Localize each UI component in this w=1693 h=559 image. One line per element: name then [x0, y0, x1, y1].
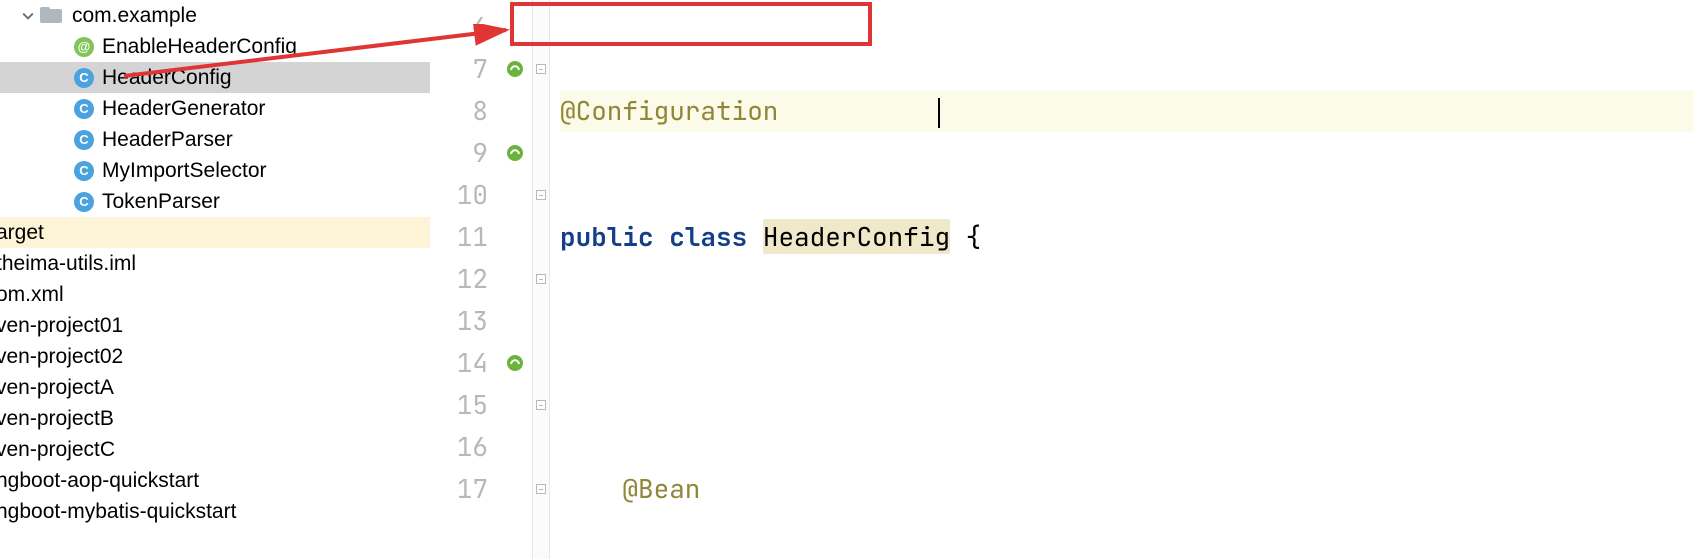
line-number: 8 — [430, 90, 488, 132]
tree-package-row[interactable]: com.example — [0, 0, 430, 31]
ide-root: com.example @ EnableHeaderConfig C Heade… — [0, 0, 1693, 559]
tree-class-row[interactable]: C TokenParser — [0, 186, 430, 217]
annotation-token: @Bean — [622, 471, 700, 506]
fold-strip[interactable] — [532, 0, 550, 559]
fold-toggle-icon[interactable] — [536, 64, 546, 74]
tree-class-row[interactable]: C MyImportSelector — [0, 155, 430, 186]
line-number: 9 — [430, 132, 488, 174]
tree-item-row[interactable]: ven-project02 — [0, 341, 430, 372]
tree-class-row[interactable]: C HeaderConfig — [0, 62, 430, 93]
line-number: 7 — [430, 48, 488, 90]
tree-item-label: ngboot-aop-quickstart — [0, 469, 199, 493]
code-line[interactable]: @Configuration — [560, 90, 1693, 132]
tree-item-row[interactable]: ngboot-aop-quickstart — [0, 465, 430, 496]
tree-item-row[interactable]: arget — [0, 217, 430, 248]
annotation-token: @Configuration — [560, 93, 778, 128]
tree-class-row[interactable]: C HeaderGenerator — [0, 93, 430, 124]
tree-item-label: ven-projectB — [0, 407, 114, 431]
class-icon: C — [74, 68, 94, 88]
annotation-icon: @ — [74, 37, 94, 57]
line-number: 13 — [430, 300, 488, 342]
line-number: 15 — [430, 384, 488, 426]
line-number: 17 — [430, 468, 488, 510]
tree-item-row[interactable]: ven-projectC — [0, 434, 430, 465]
tree-class-label: TokenParser — [102, 190, 220, 214]
code-line[interactable]: @Bean — [560, 468, 1693, 510]
chevron-down-icon[interactable] — [18, 6, 38, 26]
tree-class-row[interactable]: @ EnableHeaderConfig — [0, 31, 430, 62]
class-icon: C — [74, 130, 94, 150]
code-line[interactable] — [560, 342, 1693, 384]
tree-item-label: ven-projectA — [0, 376, 114, 400]
spring-bean-icon[interactable] — [498, 342, 532, 384]
tree-package-label: com.example — [72, 4, 197, 28]
code-editor[interactable]: 6 7 8 9 10 11 12 13 14 15 16 17 — [430, 0, 1693, 559]
project-tree[interactable]: com.example @ EnableHeaderConfig C Heade… — [0, 0, 430, 559]
tree-item-row[interactable]: ven-project01 — [0, 310, 430, 341]
class-icon: C — [74, 99, 94, 119]
tree-class-label: HeaderGenerator — [102, 97, 265, 121]
line-number: 10 — [430, 174, 488, 216]
tree-item-row[interactable]: om.xml — [0, 279, 430, 310]
tree-item-row[interactable]: ven-projectA — [0, 372, 430, 403]
tree-class-label: HeaderConfig — [102, 66, 232, 90]
class-name-token: HeaderConfig — [763, 219, 950, 254]
fold-toggle-icon[interactable] — [536, 274, 546, 284]
tree-class-row[interactable]: C HeaderParser — [0, 124, 430, 155]
fold-toggle-icon[interactable] — [536, 190, 546, 200]
tree-class-label: MyImportSelector — [102, 159, 267, 183]
gutter-icon-strip — [498, 0, 532, 559]
tree-item-label: ngboot-mybatis-quickstart — [0, 500, 236, 524]
spring-bean-icon[interactable] — [498, 132, 532, 174]
tree-item-label: ven-project02 — [0, 345, 123, 369]
tree-item-row[interactable]: theima-utils.iml — [0, 248, 430, 279]
package-icon — [40, 7, 64, 25]
tree-item-row[interactable]: ngboot-mybatis-quickstart — [0, 496, 430, 527]
class-icon: C — [74, 192, 94, 212]
line-number: 14 — [430, 342, 488, 384]
tree-item-label: ven-projectC — [0, 438, 115, 462]
tree-class-label: HeaderParser — [102, 128, 233, 152]
text-caret — [938, 98, 940, 128]
line-number: 6 — [430, 6, 488, 48]
tree-item-label: theima-utils.iml — [0, 252, 136, 276]
line-number: 11 — [430, 216, 488, 258]
tree-class-label: EnableHeaderConfig — [102, 35, 297, 59]
fold-toggle-icon[interactable] — [536, 400, 546, 410]
class-icon: C — [74, 161, 94, 181]
line-number: 16 — [430, 426, 488, 468]
spring-bean-icon[interactable] — [498, 48, 532, 90]
tree-item-label: ven-project01 — [0, 314, 123, 338]
code-line[interactable]: public class HeaderConfig { — [560, 216, 1693, 258]
tree-item-label: arget — [0, 221, 44, 245]
fold-toggle-icon[interactable] — [536, 484, 546, 494]
tree-item-label: om.xml — [0, 283, 64, 307]
line-number: 12 — [430, 258, 488, 300]
tree-item-row[interactable]: ven-projectB — [0, 403, 430, 434]
line-number-gutter: 6 7 8 9 10 11 12 13 14 15 16 17 — [430, 0, 498, 559]
code-area[interactable]: @Configuration public class HeaderConfig… — [550, 0, 1693, 559]
